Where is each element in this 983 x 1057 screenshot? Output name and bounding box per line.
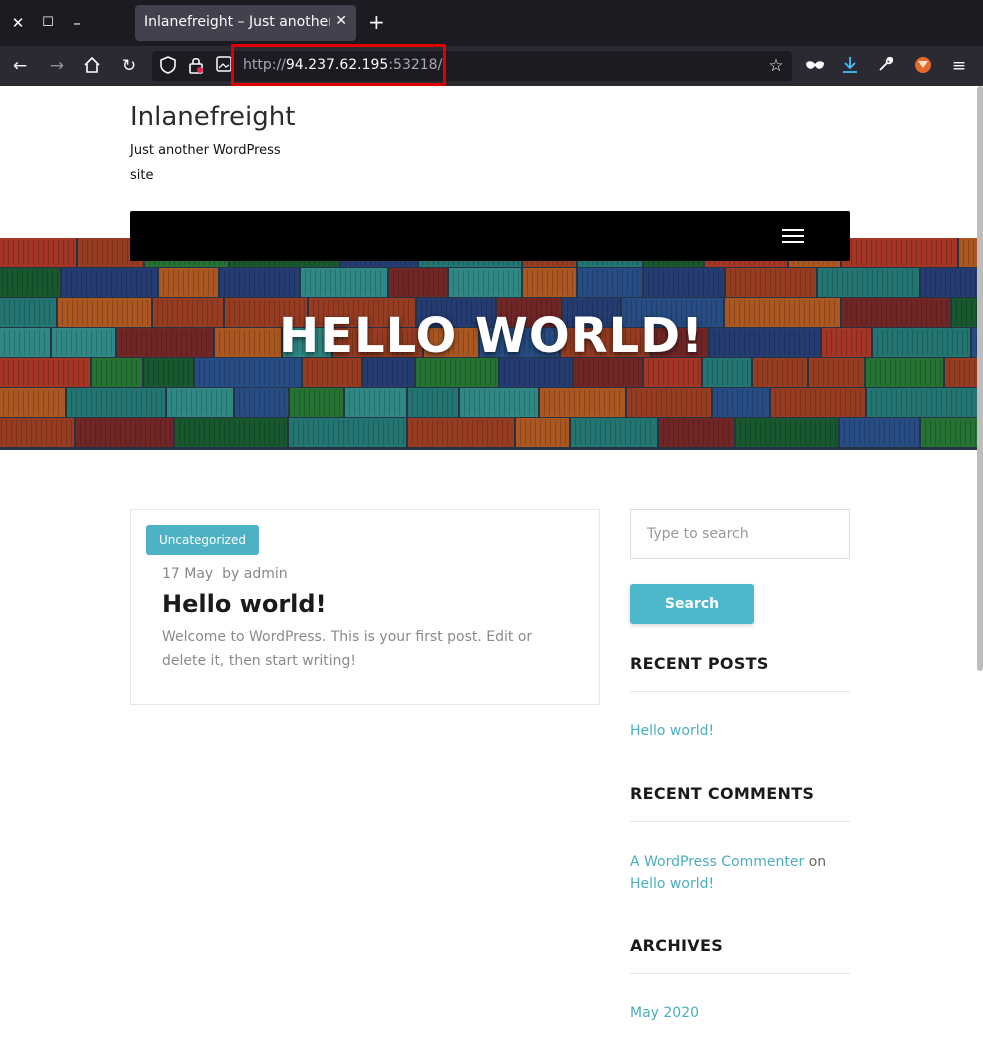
post-card: Uncategorized 17 May by admin Hello worl… (130, 509, 600, 705)
site-tagline: Just another WordPress site (130, 143, 281, 183)
bookmark-star-icon[interactable]: ☆ (766, 56, 786, 76)
recent-comment-item: A WordPress Commenter on Hello world! (630, 851, 850, 895)
download-icon[interactable] (840, 56, 860, 76)
insecure-lock-icon[interactable] (186, 56, 206, 76)
minimize-window-icon[interactable]: – (67, 13, 87, 33)
url-highlight-box (231, 44, 446, 86)
comment-on-text: on (808, 854, 827, 870)
tab-title: Inlanefreight – Just another W (144, 14, 330, 30)
recent-posts-title: RECENT POSTS (630, 654, 769, 673)
post-date[interactable]: 17 May (162, 566, 213, 582)
back-icon[interactable]: ← (10, 56, 30, 76)
search-button[interactable]: Search (630, 584, 754, 624)
shield-icon[interactable] (158, 56, 178, 76)
comment-post-link[interactable]: Hello world! (630, 876, 714, 892)
forward-icon[interactable]: → (47, 56, 67, 76)
menu-icon[interactable]: ≡ (949, 56, 969, 76)
browser-tab[interactable]: Inlanefreight – Just another W ✕ (135, 5, 356, 41)
archives-title: ARCHIVES (630, 936, 724, 955)
comment-author-link[interactable]: A WordPress Commenter (630, 854, 804, 870)
category-badge[interactable]: Uncategorized (146, 525, 259, 555)
hamburger-menu-icon[interactable] (782, 229, 804, 243)
browser-toolbar: ← → ↻ http://94.237.62.195:53218/ ☆ ≡ (0, 46, 983, 86)
wrench-icon[interactable] (876, 56, 896, 76)
tab-close-icon[interactable]: ✕ (335, 13, 347, 29)
extension-fox-icon[interactable] (913, 56, 933, 76)
search-input[interactable] (630, 509, 850, 559)
hero-title: HELLO WORLD! (279, 308, 704, 364)
close-window-icon[interactable]: ✕ (8, 13, 28, 33)
post-meta: 17 May by admin (162, 566, 288, 582)
home-icon[interactable] (82, 56, 102, 76)
reload-icon[interactable]: ↻ (119, 56, 139, 76)
divider (630, 821, 850, 822)
post-excerpt: Welcome to WordPress. This is your first… (162, 629, 533, 669)
post-title[interactable]: Hello world! (162, 590, 327, 618)
main-navigation (130, 211, 850, 261)
hero-banner: HELLO WORLD! (0, 238, 983, 450)
recent-post-link[interactable]: Hello world! (630, 723, 714, 739)
browser-tab-bar: ✕ ☐ – Inlanefreight – Just another W ✕ + (0, 0, 983, 46)
maximize-window-icon[interactable]: ☐ (38, 13, 58, 33)
web-page: Inlanefreight Just another WordPress sit… (0, 86, 983, 1057)
divider (630, 691, 850, 692)
post-author[interactable]: by admin (222, 566, 288, 582)
page-scrollbar[interactable] (977, 86, 983, 671)
recent-comments-title: RECENT COMMENTS (630, 784, 815, 803)
divider (630, 973, 850, 974)
site-title[interactable]: Inlanefreight (130, 102, 295, 132)
new-tab-icon[interactable]: + (368, 10, 385, 34)
archive-link[interactable]: May 2020 (630, 1005, 699, 1021)
private-mask-icon[interactable] (805, 56, 825, 76)
